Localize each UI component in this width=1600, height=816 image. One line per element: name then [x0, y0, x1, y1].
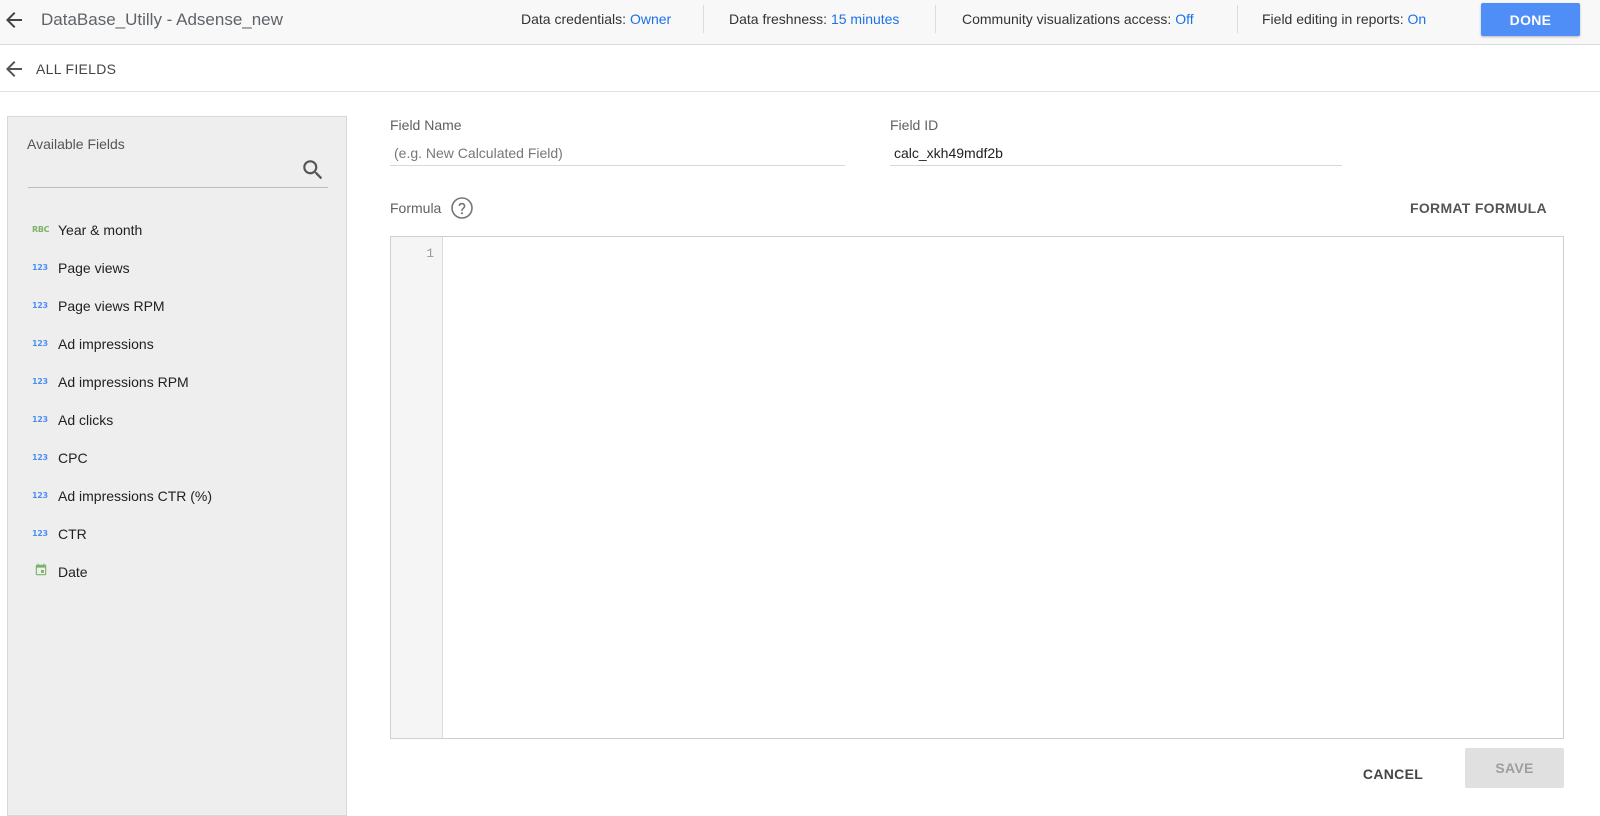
field-item-label: CTR — [58, 526, 87, 542]
divider — [935, 5, 936, 33]
field-id-label: Field ID — [890, 117, 939, 133]
field-item[interactable]: 123 CTR — [8, 516, 346, 554]
help-circle-icon[interactable] — [450, 196, 474, 220]
number-type-icon: 123 — [32, 453, 48, 462]
number-type-icon: 123 — [32, 301, 48, 310]
field-item-label: Ad impressions RPM — [58, 374, 189, 390]
formula-label: Formula — [390, 200, 442, 216]
field-item-label: Ad impressions — [58, 336, 154, 352]
field-item[interactable]: 123 CPC — [8, 440, 346, 478]
field-editing-value[interactable]: On — [1408, 11, 1427, 27]
field-name-input[interactable] — [390, 140, 845, 166]
data-credentials-value[interactable]: Owner — [630, 11, 671, 27]
field-editing-label: Field editing in reports: — [1262, 11, 1404, 27]
arrow-left-icon[interactable] — [2, 57, 26, 81]
field-item-label: Year & month — [58, 222, 143, 238]
field-item-label: CPC — [58, 450, 88, 466]
field-item-label: Ad clicks — [58, 412, 114, 428]
number-type-icon: 123 — [32, 339, 48, 348]
divider — [703, 5, 704, 33]
field-item-label: Date — [58, 564, 88, 580]
field-list: RBC Year & month 123 Page views 123 Page view… — [8, 212, 346, 592]
save-button[interactable]: SAVE — [1465, 748, 1564, 788]
data-credentials-label: Data credentials: — [521, 11, 627, 27]
arrow-left-icon[interactable] — [2, 8, 26, 32]
sub-header: ALL FIELDS — [0, 45, 1600, 92]
field-id-input[interactable] — [890, 140, 1342, 166]
community-visualizations-label: Community visualizations access: — [962, 11, 1172, 27]
formula-editor[interactable]: 1 — [390, 236, 1564, 739]
number-type-icon: 123 — [32, 491, 48, 500]
cancel-button[interactable]: CANCEL — [1353, 756, 1433, 792]
data-credentials[interactable]: Data credentials: Owner — [521, 11, 671, 27]
field-item[interactable]: 123 Ad impressions — [8, 326, 346, 364]
available-fields-panel: Available Fields RBC Year & month 123 Page … — [7, 116, 347, 816]
number-type-icon: 123 — [32, 377, 48, 386]
all-fields-link[interactable]: ALL FIELDS — [36, 61, 116, 77]
field-item[interactable]: 123 Page views — [8, 250, 346, 288]
top-bar: DataBase_Utilly - Adsense_new Data crede… — [0, 0, 1600, 45]
field-search-input[interactable] — [28, 187, 328, 188]
search-icon[interactable] — [300, 157, 326, 183]
field-item[interactable]: 123 Ad impressions RPM — [8, 364, 346, 402]
divider — [1237, 5, 1238, 33]
community-visualizations-access[interactable]: Community visualizations access: Off — [962, 11, 1194, 27]
field-item[interactable]: 123 Ad impressions CTR (%) — [8, 478, 346, 516]
field-item-label: Ad impressions CTR (%) — [58, 488, 213, 504]
done-button[interactable]: DONE — [1481, 3, 1580, 36]
data-freshness[interactable]: Data freshness: 15 minutes — [729, 11, 899, 27]
format-formula-button[interactable]: FORMAT FORMULA — [1410, 200, 1547, 216]
field-item-label: Page views RPM — [58, 298, 165, 314]
number-type-icon: 123 — [32, 529, 48, 538]
data-freshness-label: Data freshness: — [729, 11, 828, 27]
line-number: 1 — [426, 246, 434, 261]
text-type-icon: RBC — [32, 225, 50, 234]
community-visualizations-value[interactable]: Off — [1175, 11, 1193, 27]
available-fields-heading: Available Fields — [27, 136, 125, 152]
field-item[interactable]: 123 Ad clicks — [8, 402, 346, 440]
number-type-icon: 123 — [32, 263, 48, 272]
field-item[interactable]: Date — [8, 554, 346, 592]
field-editing-in-reports[interactable]: Field editing in reports: On — [1262, 11, 1426, 27]
field-item[interactable]: RBC Year & month — [8, 212, 346, 250]
field-name-label: Field Name — [390, 117, 462, 133]
datasource-title: DataBase_Utilly - Adsense_new — [41, 10, 283, 29]
formula-code-area[interactable] — [443, 237, 1563, 738]
number-type-icon: 123 — [32, 415, 48, 424]
editor-gutter: 1 — [391, 237, 443, 738]
field-item-label: Page views — [58, 260, 130, 276]
data-freshness-value[interactable]: 15 minutes — [831, 11, 899, 27]
field-item[interactable]: 123 Page views RPM — [8, 288, 346, 326]
calendar-icon — [35, 563, 47, 576]
